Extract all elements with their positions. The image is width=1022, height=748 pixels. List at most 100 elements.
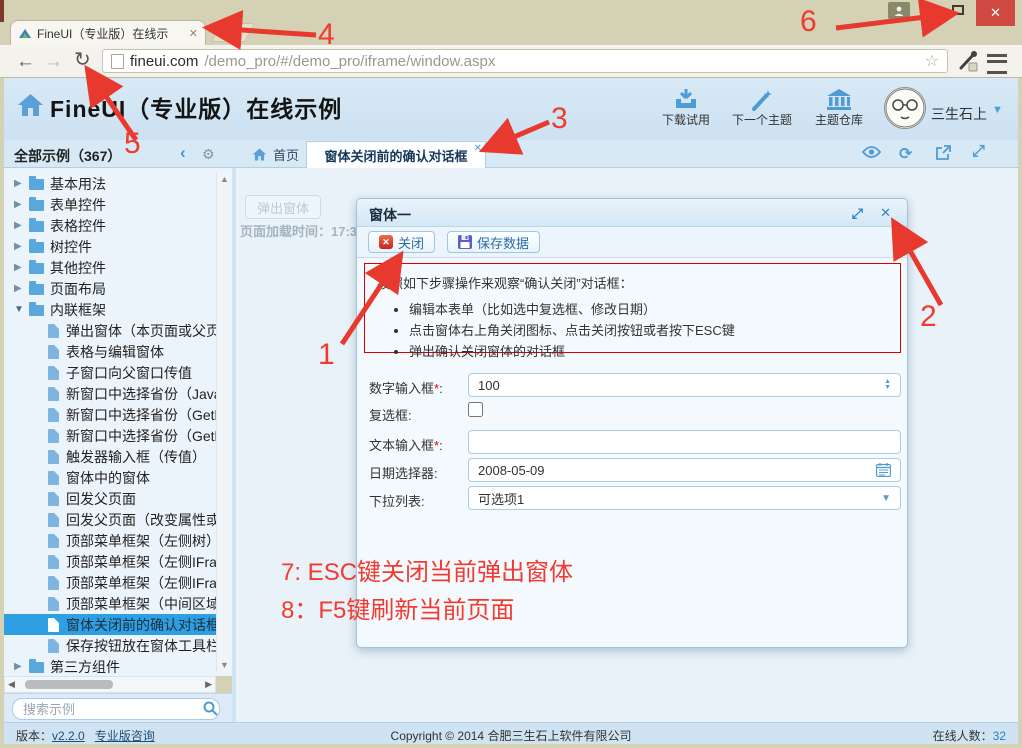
spinner-up-down-icon[interactable]: ▲▼ — [884, 379, 891, 391]
tree-item[interactable]: 新窗口中选择省份（Geth — [4, 404, 216, 425]
forward-button[interactable]: → — [44, 45, 63, 78]
avatar[interactable] — [884, 87, 926, 129]
tab-close-icon[interactable]: ✕ — [474, 143, 482, 154]
tree-item[interactable]: 子窗口向父窗口传值 — [4, 362, 216, 383]
save-data-button[interactable]: 保存数据 — [447, 231, 540, 253]
tree-item-label: 树控件 — [50, 237, 92, 257]
tree-item-label: 基本用法 — [50, 174, 106, 194]
text-input[interactable] — [468, 430, 901, 454]
preview-eye-icon[interactable] — [862, 145, 881, 159]
new-tab-button[interactable] — [211, 23, 255, 42]
dialog-close-button[interactable]: ✕ 关闭 — [368, 231, 435, 253]
person-icon — [893, 5, 905, 17]
dropdown-value: 可选项1 — [478, 489, 881, 508]
bookmark-star-icon[interactable]: ☆ — [925, 51, 939, 71]
minimize-button[interactable] — [926, 12, 938, 15]
collapsed-arrow-icon[interactable]: ▶ — [14, 199, 29, 210]
chevron-down-icon[interactable]: ▼ — [881, 493, 891, 504]
tree-item[interactable]: 触发器输入框（传值） — [4, 446, 216, 467]
scroll-left-icon[interactable]: ◀ — [8, 679, 15, 690]
home-icon[interactable] — [17, 93, 44, 117]
search-icon[interactable] — [203, 701, 218, 716]
collapsed-arrow-icon[interactable]: ▶ — [14, 661, 29, 672]
tree-item[interactable]: 保存按钮放在窗体工具栏 — [4, 635, 216, 656]
tree-item[interactable]: 弹出窗体（本页面或父页 — [4, 320, 216, 341]
dialog-maximize-icon[interactable]: ⤢ — [852, 205, 863, 222]
scrollbar-thumb[interactable] — [25, 680, 113, 689]
refresh-icon[interactable]: ⟳ — [899, 144, 912, 164]
tab-active-confirm-dialog[interactable]: 窗体关闭前的确认对话框 ✕ — [306, 141, 486, 168]
calendar-icon[interactable] — [876, 463, 891, 477]
file-icon — [48, 618, 59, 632]
file-icon — [48, 639, 59, 653]
user-name[interactable]: 三生石上 — [931, 104, 987, 124]
collapsed-arrow-icon[interactable]: ▶ — [14, 178, 29, 189]
reload-button[interactable]: ↻ — [74, 44, 91, 77]
popup-window-button-disabled[interactable]: 弹出窗体 — [245, 195, 321, 219]
folder-icon — [29, 200, 44, 211]
tree-item[interactable]: ▶其他控件 — [4, 257, 216, 278]
tree-item[interactable]: ▶表单控件 — [4, 194, 216, 215]
tab-close-icon[interactable]: ✕ — [189, 27, 198, 40]
next-theme-button[interactable]: 下一个主题 — [724, 85, 800, 128]
tree-item[interactable]: 窗体中的窗体 — [4, 467, 216, 488]
back-button[interactable]: ← — [16, 45, 35, 78]
checkbox-input[interactable] — [468, 402, 483, 417]
tree-item[interactable]: 新窗口中选择省份（Java — [4, 383, 216, 404]
browser-tab[interactable]: FineUI（专业版）在线示 ✕ — [10, 20, 206, 45]
collapsed-arrow-icon[interactable]: ▶ — [14, 241, 29, 252]
scroll-up-icon[interactable]: ▲ — [220, 174, 229, 184]
collapsed-arrow-icon[interactable]: ▶ — [14, 220, 29, 231]
tree-item[interactable]: ▶ 基本用法 — [4, 173, 216, 194]
tree-item[interactable]: ▶ 树控件 — [4, 236, 216, 257]
open-new-window-icon[interactable] — [936, 145, 951, 160]
tree-item[interactable]: 新窗口中选择省份（Geth — [4, 425, 216, 446]
date-picker-input[interactable]: 2008-05-09 — [468, 458, 901, 482]
address-bar[interactable]: fineui.com /demo_pro/#/demo_pro/iframe/w… — [102, 49, 948, 73]
tree-item-label: 顶部菜单框架（左侧IFra — [66, 552, 217, 572]
tree-item[interactable]: ▶第三方组件 — [4, 656, 216, 676]
theme-store-button[interactable]: 主题仓库 — [801, 85, 877, 128]
maximize-button[interactable] — [952, 5, 964, 15]
dialog-titlebar[interactable]: 窗体一 ⤢ ✕ — [357, 199, 907, 227]
tree-item[interactable]: 顶部菜单框架（左侧IFra — [4, 572, 216, 593]
tree-item[interactable]: 顶部菜单框架（左侧树） — [4, 530, 216, 551]
scroll-right-icon[interactable]: ▶ — [205, 679, 212, 690]
collapsed-arrow-icon[interactable]: ▶ — [14, 283, 29, 294]
expanded-arrow-icon[interactable]: ▼ — [14, 304, 29, 315]
collapsed-arrow-icon[interactable]: ▶ — [14, 262, 29, 273]
dialog-close-icon[interactable]: ✕ — [880, 205, 891, 221]
tree-item-label: 窗体中的窗体 — [66, 468, 150, 488]
tree-horizontal-scrollbar[interactable]: ◀ ▶ — [4, 676, 216, 693]
tree-item[interactable]: ▶表格控件 — [4, 215, 216, 236]
gear-icon[interactable]: ⚙ — [202, 146, 215, 163]
tree-item-selected[interactable]: 窗体关闭前的确认对话框 — [4, 614, 216, 635]
footer: 版本：v2.2.0 专业版咨询 Copyright © 2014 合肥三生石上软… — [4, 722, 1018, 744]
site-title: FineUI（专业版）在线示例 — [50, 90, 342, 124]
number-input[interactable]: 100 ▲▼ — [468, 373, 901, 397]
close-button-label: 关闭 — [398, 233, 424, 252]
url-host: fineui.com — [130, 53, 198, 70]
tree-item[interactable]: ▶页面布局 — [4, 278, 216, 299]
profile-button[interactable] — [888, 2, 910, 19]
tree-item[interactable]: 顶部菜单框架（左侧IFra — [4, 551, 216, 572]
scroll-down-icon[interactable]: ▼ — [220, 660, 229, 670]
file-icon — [48, 513, 59, 527]
tree-item[interactable]: 表格与编辑窗体 — [4, 341, 216, 362]
tree-vertical-scrollbar[interactable]: ▲ ▼ — [216, 172, 231, 672]
download-trial-button[interactable]: 下载试用 — [648, 85, 724, 128]
tree-item[interactable]: 顶部菜单框架（中间区域 — [4, 593, 216, 614]
sidebar-collapse-icon[interactable]: ‹ — [180, 143, 186, 163]
search-input[interactable] — [12, 698, 220, 720]
fullscreen-expand-icon[interactable]: ⤢ — [972, 143, 985, 161]
browser-menu-icon[interactable] — [987, 54, 1007, 74]
dropdown-select[interactable]: 可选项1 ▼ — [468, 486, 901, 510]
tree-item[interactable]: ▼内联框架 — [4, 299, 216, 320]
user-dropdown-caret-icon[interactable]: ▼ — [992, 104, 1003, 116]
fineui-favicon — [18, 27, 32, 39]
window-close-button[interactable]: ✕ — [976, 0, 1015, 26]
tree-item[interactable]: 回发父页面 — [4, 488, 216, 509]
tree-item[interactable]: 回发父页面（改变属性或 — [4, 509, 216, 530]
tab-home[interactable]: 首页 — [242, 141, 309, 168]
extension-dropper-button[interactable] — [957, 50, 979, 72]
